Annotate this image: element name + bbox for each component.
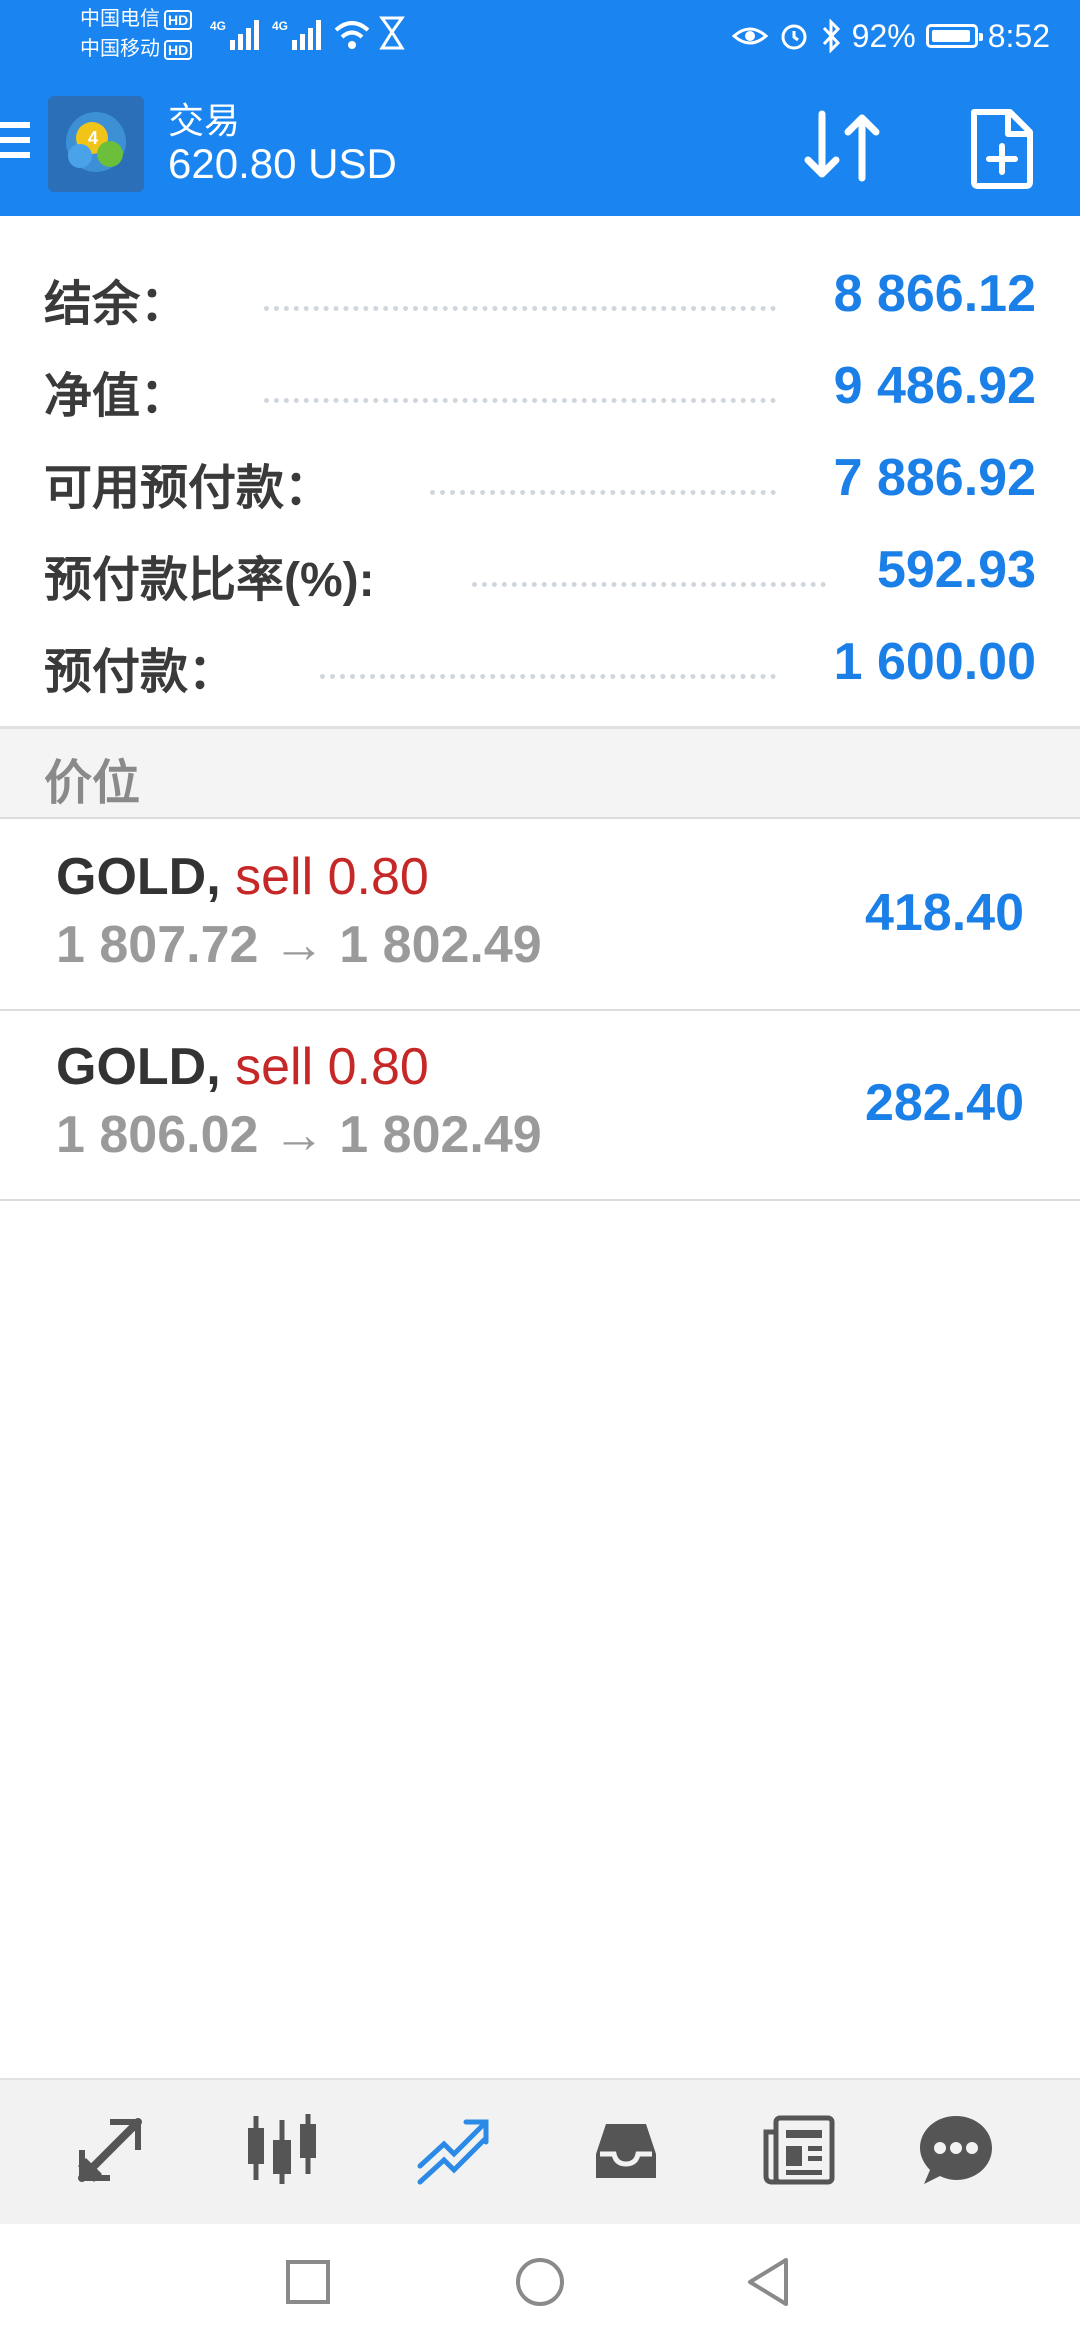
margin-label: 预付款：	[44, 646, 237, 699]
dotted-leader	[320, 670, 776, 679]
clock: 8:52	[987, 17, 1050, 54]
app-bar: 4 交易 620.80 USD	[0, 72, 1080, 216]
quotes-icon[interactable]	[70, 2110, 150, 2190]
triangle-back-icon	[748, 2258, 788, 2306]
chart-icon[interactable]	[242, 2110, 322, 2190]
signal-icon-2: 4G	[272, 19, 321, 50]
wifi-icon	[334, 21, 370, 49]
position-side: sell 0.80	[235, 1038, 429, 1096]
position-side: sell 0.80	[235, 848, 429, 906]
trade-icon[interactable]	[414, 2110, 494, 2190]
margin-level-label: 预付款比率(%):	[44, 554, 375, 607]
position-row[interactable]: GOLD, sell 0.80 1 807.72 → 1 802.49 418.…	[0, 821, 1080, 1011]
section-header-positions: 价位	[0, 729, 1080, 819]
status-bar: 中国电信 HD 中国移动 HD 4G 4G 92% 8:52	[0, 0, 1080, 72]
summary-row-equity: 净值： 9 486.92	[44, 342, 1036, 423]
page-title: 交易	[168, 100, 241, 141]
position-header: GOLD, sell 0.80	[56, 1037, 429, 1097]
network-4g-label-2: 4G	[272, 19, 288, 33]
add-document-icon	[971, 109, 1033, 189]
status-right-group: 92% 8:52	[731, 14, 1050, 58]
summary-row-margin: 预付款： 1 600.00	[44, 618, 1036, 699]
balance-label: 结余：	[44, 278, 189, 331]
alarm-icon	[781, 24, 807, 50]
network-4g-label: 4G	[210, 19, 226, 33]
dotted-leader	[264, 302, 776, 311]
battery-percent: 92%	[851, 17, 916, 54]
margin-level-value: 592.93	[876, 541, 1036, 599]
summary-row-free-margin: 可用预付款： 7 886.92	[44, 434, 1036, 515]
hd-badge-2: HD	[164, 40, 193, 60]
sort-icon	[804, 110, 880, 182]
balance-value: 8 866.12	[833, 265, 1036, 323]
battery-icon	[925, 24, 983, 48]
free-margin-label: 可用预付款：	[44, 462, 333, 515]
position-header: GOLD, sell 0.80	[56, 847, 429, 907]
position-symbol: GOLD,	[56, 848, 221, 906]
equity-value: 9 486.92	[833, 357, 1036, 415]
circle-icon	[516, 2258, 564, 2306]
equity-label: 净值：	[44, 370, 189, 423]
summary-row-margin-level: 预付款比率(%): 592.93	[44, 526, 1036, 607]
position-prices: 1 807.72 → 1 802.49	[56, 916, 542, 974]
position-profit: 418.40	[864, 884, 1024, 942]
free-margin-value: 7 886.92	[833, 449, 1036, 507]
position-profit: 282.40	[864, 1074, 1024, 1132]
system-nav-bar	[0, 2224, 1080, 2340]
recent-apps-button[interactable]	[280, 2254, 336, 2310]
svg-text:4: 4	[88, 128, 98, 148]
position-row[interactable]: GOLD, sell 0.80 1 806.02 → 1 802.49 282.…	[0, 1011, 1080, 1201]
app-logo-icon: 4	[48, 96, 144, 192]
section-title: 价位	[44, 757, 141, 810]
margin-value: 1 600.00	[833, 633, 1036, 691]
home-button[interactable]	[512, 2254, 568, 2310]
account-summary: 结余： 8 866.12 净值： 9 486.92 可用预付款： 7 886.9…	[0, 216, 1080, 728]
carrier-1: 中国电信 HD	[80, 8, 193, 30]
hd-badge-1: HD	[164, 10, 193, 30]
new-order-button[interactable]	[962, 106, 1042, 190]
hourglass-icon	[379, 16, 405, 50]
back-button[interactable]	[742, 2254, 798, 2310]
chat-icon[interactable]	[916, 2110, 996, 2190]
dotted-leader	[264, 394, 776, 403]
dotted-leader	[430, 486, 776, 495]
dotted-leader	[472, 578, 826, 587]
square-icon	[286, 2260, 330, 2304]
menu-icon[interactable]	[0, 122, 30, 166]
eye-icon	[731, 27, 768, 45]
sort-button[interactable]	[800, 106, 890, 186]
history-icon[interactable]	[586, 2110, 666, 2190]
position-symbol: GOLD,	[56, 1038, 221, 1096]
bottom-nav	[0, 2078, 1080, 2224]
signal-icon-1: 4G	[210, 19, 259, 50]
summary-row-balance: 结余： 8 866.12	[44, 250, 1036, 331]
position-prices: 1 806.02 → 1 802.49	[56, 1106, 542, 1164]
account-balance: 620.80 USD	[168, 140, 397, 187]
bluetooth-icon	[822, 19, 840, 53]
carrier-2: 中国移动 HD	[80, 38, 193, 60]
news-icon[interactable]	[758, 2110, 838, 2190]
